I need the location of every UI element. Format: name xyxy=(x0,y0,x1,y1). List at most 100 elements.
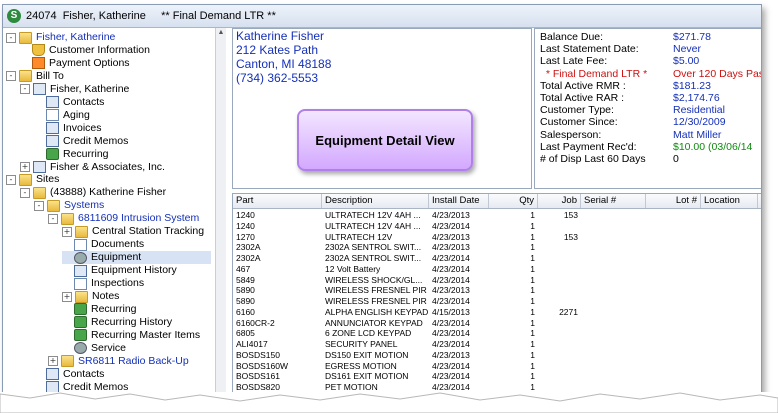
table-row[interactable]: 6160 ALPHA ENGLISH KEYPAD4/15/2013 1 2271 N xyxy=(233,307,761,318)
table-cell: N xyxy=(758,296,761,307)
table-cell xyxy=(581,210,646,221)
tree-node[interactable]: Contacts xyxy=(34,96,211,109)
tree-node[interactable]: + Fisher & Associates, Inc. xyxy=(20,161,211,174)
summary-value: $181.23 xyxy=(673,79,711,92)
table-row[interactable]: 5849 WIRELESS SHOCK/GL... 4/23/2014 1 N xyxy=(233,274,761,286)
navigation-tree[interactable]: - Fisher, Katherine Customer Information Pa… xyxy=(3,28,216,397)
tree-node[interactable]: Aging xyxy=(34,109,211,122)
tree-node[interactable]: Equipment xyxy=(62,251,211,265)
tree-node[interactable]: + SR6811 Radio Back-Up xyxy=(48,355,211,368)
tree-node-label: Recurring xyxy=(63,147,109,160)
recurring-icon xyxy=(74,316,87,329)
table-row[interactable]: 1240 ULTRATECH 12V 4AH ... 4/23/2014 1 N xyxy=(233,220,761,232)
collapse-icon[interactable]: - xyxy=(6,71,16,82)
table-cell: 5849 xyxy=(236,274,255,285)
table-cell xyxy=(646,275,701,286)
column-header[interactable]: Qty xyxy=(489,194,538,208)
equipment-grid[interactable]: Part Description Install Date Qty Job Serial … xyxy=(232,193,761,397)
table-cell xyxy=(701,296,758,307)
tree-node[interactable]: Recurring History xyxy=(62,316,211,329)
app-logo-icon: S xyxy=(7,9,21,23)
table-cell: 153 xyxy=(563,231,578,242)
table-cell: 12 Volt Battery xyxy=(325,263,381,274)
tree-node[interactable]: + Notes xyxy=(62,290,211,303)
table-cell: 2302A SENTROL SWIT... xyxy=(325,253,422,263)
column-header[interactable]: Job xyxy=(538,194,581,208)
column-header[interactable]: Serial # xyxy=(581,194,646,208)
tree-node-label: Notes xyxy=(92,290,120,302)
tree-node[interactable]: - Bill To xyxy=(6,70,211,83)
tree-scrollbar[interactable]: ▲ xyxy=(215,28,226,397)
expand-icon[interactable]: + xyxy=(62,226,72,237)
table-row[interactable]: 6160CR-2 ANNUNCIATOR KEYPAD 4/23/2014 1 N xyxy=(233,318,761,329)
table-cell xyxy=(701,307,758,318)
table-cell: N xyxy=(758,253,761,264)
column-header[interactable]: K xyxy=(758,194,761,208)
expand-icon[interactable]: + xyxy=(62,291,72,302)
table-cell xyxy=(701,275,758,286)
expand-icon[interactable]: + xyxy=(20,162,30,172)
tree-node[interactable]: Inspections xyxy=(62,277,211,290)
tree-node[interactable]: Credit Memos xyxy=(34,135,211,148)
column-header[interactable]: Lot # xyxy=(646,194,701,208)
table-cell: ULTRATECH 12V 4AH ... xyxy=(325,220,421,231)
column-header[interactable]: Install Date xyxy=(429,194,489,208)
collapse-icon[interactable]: - xyxy=(20,187,30,198)
tree-node[interactable]: Recurring Master Items xyxy=(62,329,211,342)
tree-node[interactable]: - (43888) Katherine Fisher xyxy=(20,186,211,199)
folder-icon xyxy=(75,225,88,238)
table-row[interactable]: 2302A 2302A SENTROL SWIT... 4/23/2013 1 N xyxy=(233,242,761,253)
tree-node[interactable]: Service xyxy=(62,342,211,355)
tree-node[interactable]: - Fisher, Katherine xyxy=(20,83,211,96)
table-cell xyxy=(701,242,758,253)
table-row[interactable]: 6805 6 ZONE LCD KEYPAD 4/23/2014 1 N xyxy=(233,328,761,339)
tree-node[interactable]: - Sites xyxy=(6,173,211,186)
column-header[interactable]: Description xyxy=(322,194,429,208)
tree-node[interactable]: - 6811609 Intrusion System xyxy=(48,212,211,225)
tree-node[interactable]: Recurring xyxy=(62,303,211,316)
tree-node-label: Payment Options xyxy=(49,56,130,69)
table-cell: BOSDS161 xyxy=(236,371,280,382)
scroll-up-icon[interactable]: ▲ xyxy=(216,28,226,38)
table-cell: 467 xyxy=(236,263,251,274)
table-row[interactable]: ALI4017 SECURITY PANEL 4/23/2014 1 N xyxy=(233,339,761,350)
table-cell xyxy=(581,339,646,350)
tree-node[interactable]: Contacts xyxy=(34,368,211,381)
collapse-icon[interactable]: - xyxy=(6,174,16,185)
column-header[interactable]: Part xyxy=(233,194,322,208)
table-cell xyxy=(701,264,758,275)
table-row[interactable]: 2302A 2302A SENTROL SWIT... 4/23/2014 1 N xyxy=(233,253,761,264)
tree-node-label: Recurring xyxy=(91,302,137,315)
tree-node[interactable]: Customer Information xyxy=(20,44,211,57)
table-cell xyxy=(701,328,758,339)
recurring-icon xyxy=(74,329,87,342)
column-header[interactable]: Location xyxy=(701,194,758,208)
tree-node[interactable]: Documents xyxy=(62,238,211,251)
table-cell xyxy=(701,253,758,264)
tree-node[interactable]: + Central Station Tracking xyxy=(62,225,211,238)
expand-icon[interactable]: + xyxy=(48,356,58,367)
tree-node[interactable]: Recurring xyxy=(34,148,211,161)
tree-node[interactable]: Equipment History xyxy=(62,264,211,277)
table-row[interactable]: 5890 WIRELESS FRESNEL PIR 4/23/2014 1 N xyxy=(233,296,761,307)
collapse-icon[interactable]: - xyxy=(34,200,44,211)
tree-node[interactable]: Payment Options xyxy=(20,57,211,70)
table-row[interactable]: BOSDS160W EGRESS MOTION 4/23/2014 1 N xyxy=(233,361,761,372)
collapse-icon[interactable]: - xyxy=(6,32,16,43)
table-row[interactable]: 1240 ULTRATECH 12V 4AH ... 4/23/2013 1 153 N xyxy=(233,210,761,221)
table-cell: N xyxy=(758,232,761,243)
tree-node[interactable]: Invoices xyxy=(34,122,211,135)
summary-value: $271.78 xyxy=(673,31,711,43)
table-row[interactable]: 467 12 Volt Battery 4/23/2014 1 N xyxy=(233,263,761,275)
folder-icon xyxy=(19,173,32,186)
table-row[interactable]: 5890 WIRELESS FRESNEL PIR 4/23/2013 1 N xyxy=(233,285,761,296)
table-cell xyxy=(581,285,646,296)
table-row[interactable]: 1270 ULTRATECH 12V 4/23/2013 1 153 N xyxy=(233,231,761,243)
tree-node[interactable]: - Fisher, Katherine xyxy=(6,31,211,44)
collapse-icon[interactable]: - xyxy=(48,213,58,224)
collapse-icon[interactable]: - xyxy=(20,84,30,95)
summary-label: Total Active RAR : xyxy=(540,92,625,104)
tree-node[interactable]: - Systems xyxy=(34,199,211,212)
table-row[interactable]: BOSDS161 DS161 EXIT MOTION 4/23/2014 1 N xyxy=(233,371,761,382)
table-row[interactable]: BOSDS150 DS150 EXIT MOTION 4/23/2013 1 N xyxy=(233,350,761,361)
